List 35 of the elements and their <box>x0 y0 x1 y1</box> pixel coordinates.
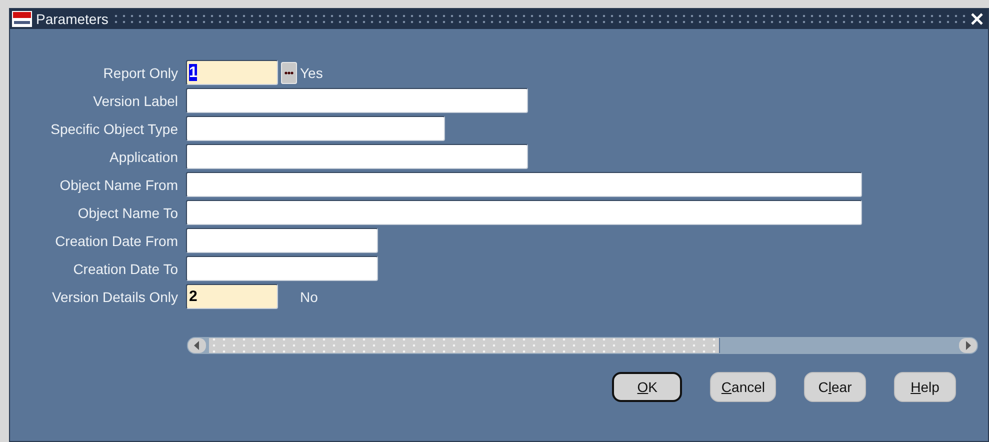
input-field[interactable] <box>186 116 445 141</box>
field-description: Yes <box>300 64 323 80</box>
dialog-button[interactable]: Help <box>894 372 956 402</box>
dialog-button[interactable]: OK <box>612 372 682 402</box>
input-field[interactable]: 1 <box>186 60 278 85</box>
scroll-right-icon[interactable] <box>959 338 977 353</box>
dialog-button[interactable]: Cancel <box>710 372 776 402</box>
field-label: Creation Date To <box>72 260 179 276</box>
field-label: Object Name To <box>76 204 179 220</box>
input-field[interactable] <box>186 172 862 197</box>
input-field[interactable] <box>186 144 528 169</box>
input-field[interactable] <box>186 200 862 225</box>
field-label: Report Only <box>102 64 179 80</box>
field-label: Version Label <box>92 92 179 108</box>
field-label: Object Name From <box>58 176 179 192</box>
field-label: Version Details Only <box>50 288 179 304</box>
field-label: Creation Date From <box>54 232 179 248</box>
scrollbar[interactable] <box>187 337 978 354</box>
list-button[interactable] <box>281 62 297 84</box>
app-icon <box>12 11 32 27</box>
field-label: Application <box>108 148 179 164</box>
ellipsis-icon <box>284 70 294 74</box>
scroll-thumb[interactable] <box>209 338 720 353</box>
input-field[interactable] <box>186 256 378 281</box>
field-description: No <box>300 288 318 304</box>
input-field[interactable]: 2 <box>186 284 278 309</box>
scroll-left-icon[interactable] <box>188 338 206 353</box>
field-value: 2 <box>189 288 198 305</box>
field-label: Specific Object Type <box>50 120 179 136</box>
dialog-button[interactable]: Clear <box>804 372 866 402</box>
input-field[interactable] <box>186 88 528 113</box>
window-title: Parameters <box>36 11 108 27</box>
close-icon[interactable] <box>970 12 984 26</box>
input-field[interactable] <box>186 228 378 253</box>
field-value: 1 <box>189 64 198 81</box>
